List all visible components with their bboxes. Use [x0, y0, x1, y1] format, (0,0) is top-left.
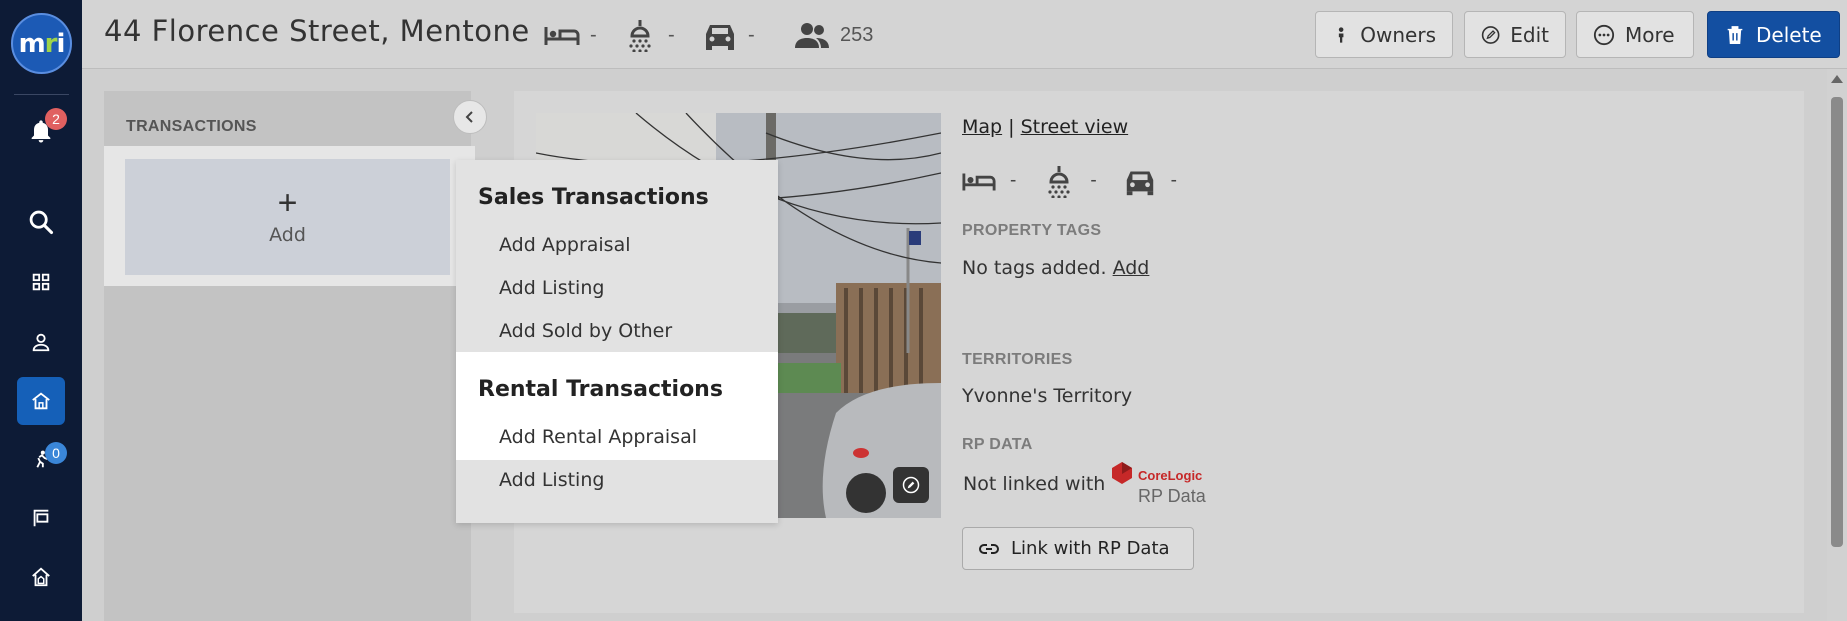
tasks-badge: 0	[45, 442, 67, 464]
menu-add-rental-appraisal[interactable]: Add Rental Appraisal	[456, 415, 778, 458]
add-transaction-card[interactable]: + Add	[125, 159, 450, 275]
bed-icon	[962, 173, 996, 191]
sales-transactions-heading: Sales Transactions	[478, 185, 709, 210]
header-baths-value: -	[668, 23, 675, 46]
search-icon	[29, 210, 54, 235]
link-rpdata-button[interactable]: Link with RP Data	[962, 527, 1194, 570]
sidebar-item-listings[interactable]	[17, 494, 65, 542]
app-logo[interactable]: mri	[11, 13, 72, 74]
property-tags-text: No tags added. Add	[962, 257, 1149, 279]
delete-button-label: Delete	[1756, 22, 1822, 47]
pencil-icon	[902, 476, 920, 494]
sidebar-item-contacts[interactable]	[17, 318, 65, 366]
map-links: Map | Street view	[962, 116, 1128, 138]
sidebar-divider	[14, 94, 69, 95]
menu-add-listing-rental[interactable]: Add Listing	[456, 458, 778, 501]
scroll-up-arrow[interactable]	[1831, 75, 1843, 83]
property-tags-label: PROPERTY TAGS	[962, 222, 1102, 239]
header-beds: -	[544, 18, 597, 52]
sidebar-item-notifications[interactable]: 2	[17, 108, 67, 156]
sidebar-item-rentals[interactable]	[17, 553, 65, 601]
sidebar: mri 2 0	[0, 0, 82, 621]
grid-icon	[32, 273, 50, 291]
delete-button[interactable]: Delete	[1707, 11, 1840, 58]
sidebar-item-tasks[interactable]: 0	[17, 435, 67, 483]
sidebar-item-search[interactable]	[17, 198, 65, 246]
shower-icon	[1048, 166, 1070, 198]
page-scrollbar[interactable]	[1827, 69, 1847, 621]
more-button-label: More	[1625, 22, 1675, 47]
rpdata-label: RP DATA	[962, 436, 1033, 453]
car-icon	[706, 25, 734, 50]
people-icon	[795, 23, 829, 48]
chevron-left-icon	[465, 111, 473, 123]
street-view-link[interactable]: Street view	[1021, 116, 1129, 138]
property-baths-value: -	[1090, 170, 1097, 191]
menu-add-listing-sales[interactable]: Add Listing	[456, 266, 778, 309]
menu-add-appraisal[interactable]: Add Appraisal	[456, 223, 778, 266]
menu-add-sold-by-other[interactable]: Add Sold by Other	[456, 309, 778, 352]
header-cars-value: -	[748, 23, 755, 46]
rpdata-status: Not linked with	[963, 473, 1106, 495]
header-contacts-count: 253	[840, 23, 874, 46]
owner-icon	[1338, 26, 1344, 43]
link-rpdata-label: Link with RP Data	[1011, 538, 1170, 559]
add-transaction-menu: Sales Transactions Add Appraisal Add Lis…	[456, 160, 778, 523]
sign-icon	[33, 509, 49, 527]
link-icon	[979, 543, 999, 554]
territories-label: TERRITORIES	[962, 351, 1073, 368]
add-transaction-label: Add	[269, 224, 306, 246]
no-tags-text: No tags added.	[962, 257, 1107, 279]
scroll-thumb[interactable]	[1831, 97, 1843, 547]
logo-r: r	[44, 28, 58, 59]
car-icon	[1126, 171, 1153, 196]
logo-m: m	[18, 28, 46, 59]
add-tag-link[interactable]: Add	[1113, 257, 1150, 279]
property-features: - - -	[962, 164, 1177, 198]
notifications-badge: 2	[45, 108, 67, 130]
links-separator: |	[1008, 116, 1015, 138]
territory-value: Yvonne's Territory	[962, 385, 1133, 407]
person-icon	[32, 333, 50, 352]
edit-button[interactable]: Edit	[1464, 11, 1566, 58]
more-icon	[1593, 24, 1615, 45]
transactions-title: TRANSACTIONS	[126, 118, 257, 135]
header-contacts: 253	[794, 18, 873, 52]
owners-button-label: Owners	[1360, 22, 1436, 47]
transactions-panel: TRANSACTIONS + Add	[104, 91, 475, 621]
property-beds-value: -	[1010, 170, 1017, 191]
header-baths: -	[622, 18, 675, 52]
sidebar-item-properties[interactable]	[17, 377, 65, 425]
more-button[interactable]: More	[1576, 11, 1694, 58]
rental-transactions-heading: Rental Transactions	[478, 377, 723, 402]
corelogic-rpdata-logo: CoreLogic RP Data	[1112, 462, 1212, 510]
owners-button[interactable]: Owners	[1315, 11, 1453, 58]
edit-button-label: Edit	[1510, 22, 1549, 47]
property-cars-value: -	[1170, 170, 1177, 191]
trash-icon	[1727, 25, 1743, 44]
corelogic-text: CoreLogic	[1138, 468, 1203, 483]
logo-i: i	[56, 28, 66, 59]
house-icon	[32, 392, 50, 410]
edit-icon	[1481, 25, 1500, 44]
page-title: 44 Florence Street, Mentone	[104, 14, 530, 48]
header-cars: -	[702, 18, 755, 52]
sidebar-item-dashboard[interactable]	[17, 258, 65, 306]
bed-icon	[544, 27, 580, 45]
collapse-panel-button[interactable]	[453, 100, 487, 134]
edit-photo-button[interactable]	[893, 467, 929, 503]
home-outline-icon	[32, 567, 50, 587]
header-beds-value: -	[590, 23, 597, 46]
map-link[interactable]: Map	[962, 116, 1002, 138]
page-header: 44 Florence Street, Mentone - - - 253 Ow…	[82, 0, 1847, 69]
plus-icon: +	[277, 184, 298, 222]
shower-icon	[629, 20, 651, 52]
rpdata-logo-text: RP Data	[1138, 486, 1206, 506]
